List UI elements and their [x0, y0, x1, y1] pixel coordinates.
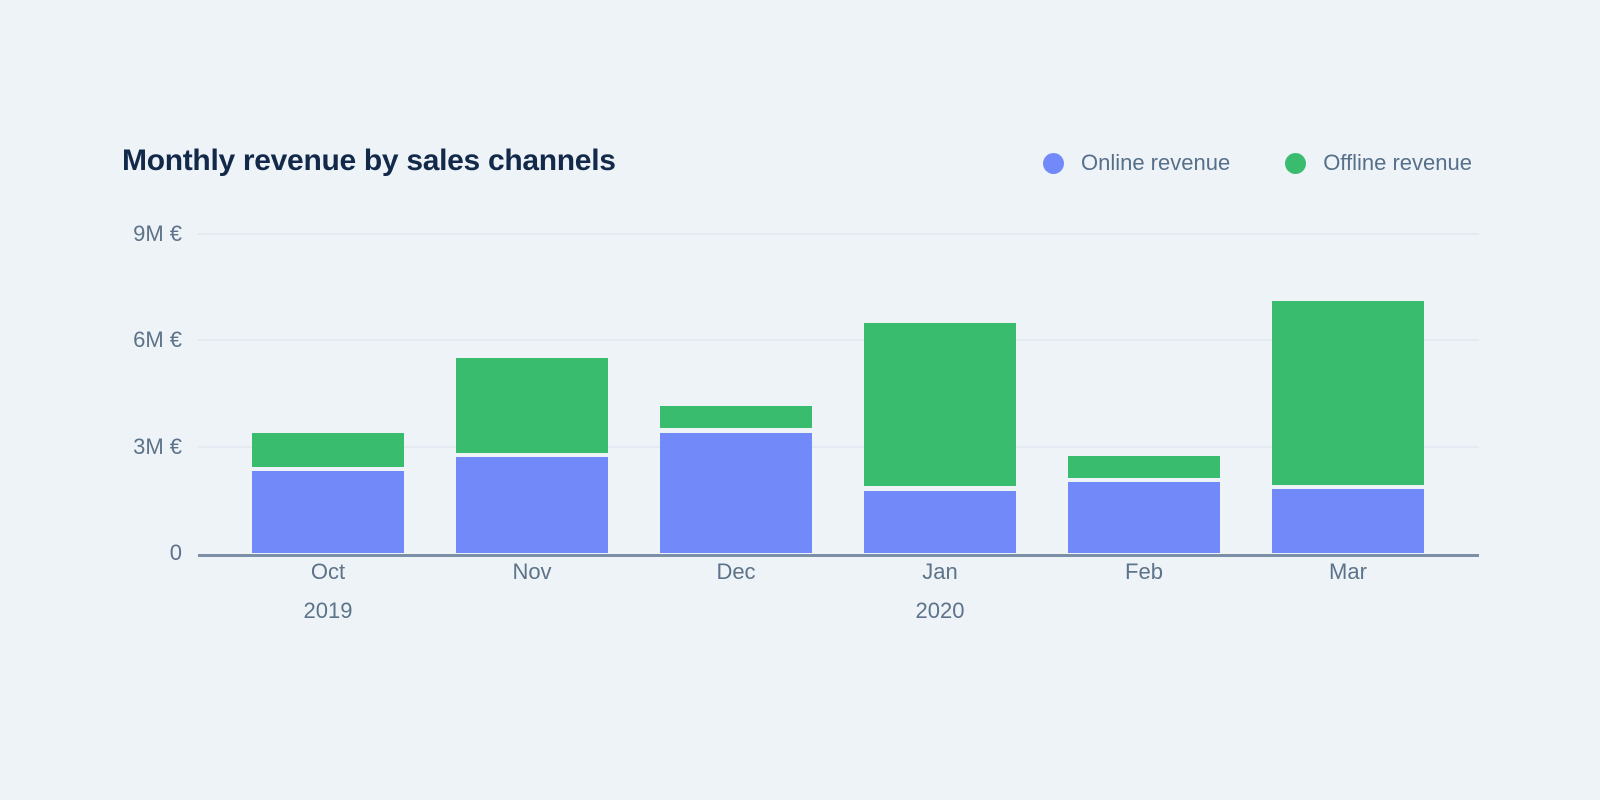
- x-tick-label-feb: Feb: [1125, 559, 1163, 585]
- y-tick-label-9: 9M €: [0, 221, 182, 247]
- x-tick-label-mar: Mar: [1329, 559, 1367, 585]
- bar-segment-online-jan[interactable]: [864, 491, 1016, 553]
- x-tick-label-dec: Dec: [716, 559, 755, 585]
- bar-group-jan: Jan2020: [864, 234, 1016, 553]
- dashboard-screen: Monthly revenue by sales channels Online…: [0, 0, 1600, 800]
- legend-item-offline[interactable]: Offline revenue: [1285, 150, 1472, 176]
- bar-segment-offline-dec[interactable]: [660, 406, 812, 428]
- bar-group-oct: Oct2019: [252, 234, 404, 553]
- y-tick-label-3: 3M €: [0, 434, 182, 460]
- x-tick-label-oct: Oct: [311, 559, 345, 585]
- bar-group-dec: Dec: [660, 234, 812, 553]
- x-tick-label-jan: Jan: [922, 559, 957, 585]
- x-year-label-2020: 2020: [916, 598, 965, 624]
- bar-segment-online-nov[interactable]: [456, 457, 608, 553]
- legend-label-online: Online revenue: [1081, 150, 1230, 176]
- bar-segment-offline-nov[interactable]: [456, 358, 608, 453]
- bar-segment-offline-oct[interactable]: [252, 433, 404, 467]
- bar-segment-online-feb[interactable]: [1068, 482, 1220, 553]
- chart-title: Monthly revenue by sales channels: [122, 144, 616, 178]
- bar-group-feb: Feb: [1068, 234, 1220, 553]
- bar-group-nov: Nov: [456, 234, 608, 553]
- x-axis-line: [198, 554, 1479, 557]
- y-tick-label-0: 0: [0, 540, 182, 566]
- bar-group-mar: Mar: [1272, 234, 1424, 553]
- online-legend-dot-icon: [1043, 153, 1064, 174]
- chart-legend: Online revenue Offline revenue: [1043, 150, 1472, 176]
- x-year-label-2019: 2019: [304, 598, 353, 624]
- legend-label-offline: Offline revenue: [1323, 150, 1472, 176]
- y-axis-labels: 9M €6M €3M €0: [0, 234, 182, 553]
- bar-segment-offline-jan[interactable]: [864, 323, 1016, 487]
- plot-area: Oct2019 Nov Dec Jan2020 Feb Mar: [198, 234, 1479, 553]
- y-tick-label-6: 6M €: [0, 327, 182, 353]
- bar-segment-online-dec[interactable]: [660, 433, 812, 554]
- legend-item-online[interactable]: Online revenue: [1043, 150, 1230, 176]
- bar-segment-online-mar[interactable]: [1272, 489, 1424, 553]
- bar-segment-offline-mar[interactable]: [1272, 301, 1424, 484]
- offline-legend-dot-icon: [1285, 153, 1306, 174]
- x-tick-label-nov: Nov: [512, 559, 551, 585]
- bar-segment-online-oct[interactable]: [252, 471, 404, 553]
- bar-segment-offline-feb[interactable]: [1068, 456, 1220, 478]
